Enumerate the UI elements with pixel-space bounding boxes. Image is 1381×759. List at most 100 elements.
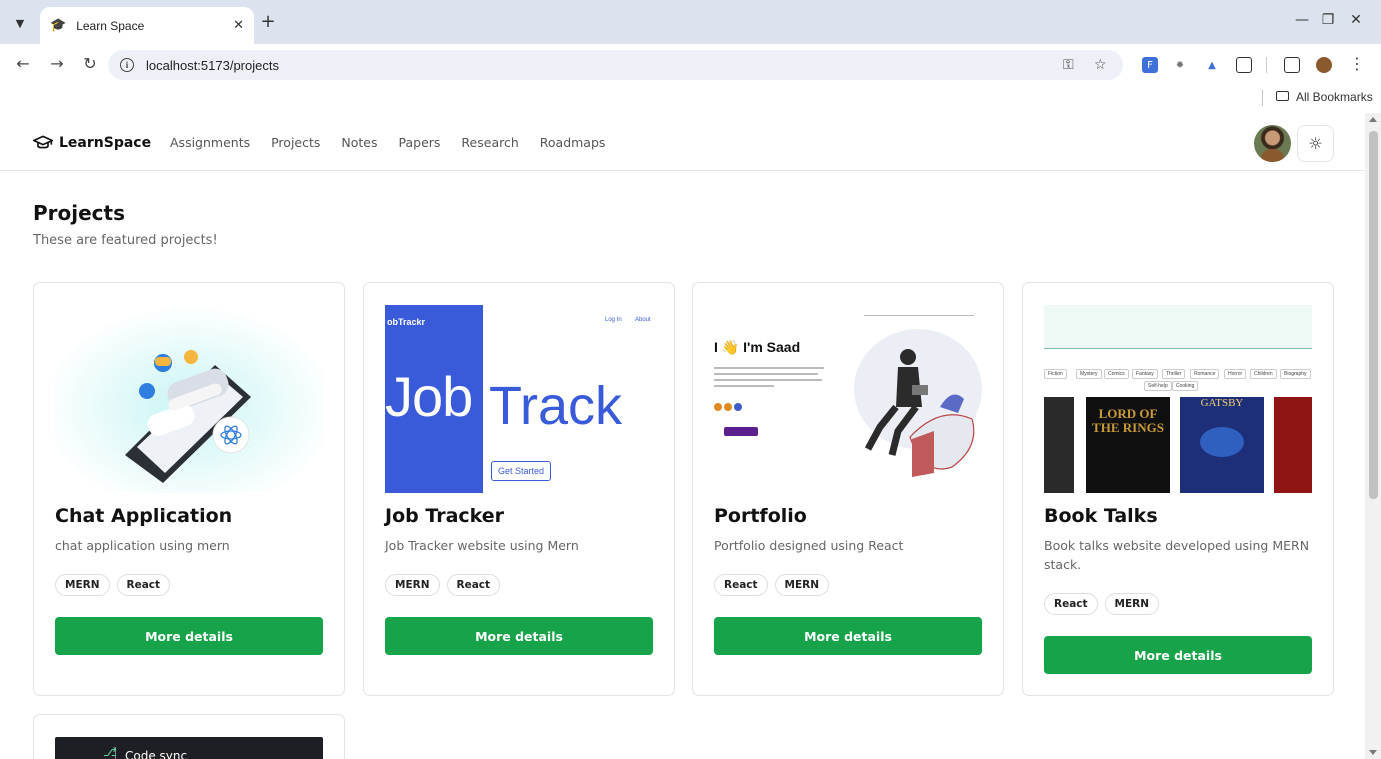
- project-description: Portfolio designed using React: [714, 538, 904, 553]
- more-details-button[interactable]: More details: [55, 617, 323, 655]
- back-arrow-icon[interactable]: ←: [12, 55, 34, 73]
- browser-menu-icon[interactable]: ⋮: [1346, 55, 1368, 73]
- tag: MERN: [55, 574, 110, 596]
- portfolio-text-line: [714, 379, 822, 381]
- browser-tab[interactable]: 🎓 Learn Space ✕: [40, 7, 254, 44]
- portfolio-nav-line: [864, 315, 974, 316]
- user-avatar[interactable]: [1254, 125, 1291, 162]
- project-description: Book talks website developed using MERN …: [1044, 538, 1310, 572]
- restore-icon[interactable]: ❐: [1318, 12, 1338, 28]
- genre-chip: Self-help: [1144, 381, 1172, 391]
- portfolio-social-icon: [724, 403, 732, 411]
- extension-f-icon[interactable]: F: [1142, 57, 1158, 73]
- genre-chip: Fantasy: [1132, 369, 1158, 379]
- portfolio-text-line: [714, 373, 818, 375]
- bookmarks-divider: [1262, 90, 1263, 106]
- tag-list: React MERN: [1044, 593, 1166, 615]
- book-cover-gatsby: GATSBY: [1180, 397, 1264, 493]
- profile-avatar-icon[interactable]: [1316, 57, 1332, 73]
- portfolio-text-line: [714, 367, 824, 369]
- project-description: chat application using mern: [55, 538, 230, 553]
- job-tracker-get-started: Get Started: [491, 461, 552, 481]
- main-nav: Assignments Projects Notes Papers Resear…: [170, 135, 626, 150]
- scroll-thumb[interactable]: [1369, 131, 1378, 499]
- portfolio-social-icon: [734, 403, 742, 411]
- portfolio-illustration: [854, 329, 982, 477]
- more-details-button[interactable]: More details: [714, 617, 982, 655]
- bookmark-star-icon[interactable]: ☆: [1094, 57, 1107, 73]
- minimize-icon[interactable]: —: [1292, 12, 1312, 28]
- tag-list: React MERN: [714, 574, 836, 596]
- password-key-icon[interactable]: ⚿: [1063, 57, 1074, 73]
- chat-illustration: [55, 305, 323, 493]
- more-details-button[interactable]: More details: [1044, 636, 1312, 674]
- new-tab-button[interactable]: +: [258, 13, 278, 31]
- forward-arrow-icon[interactable]: →: [46, 55, 68, 73]
- scroll-up-arrow-icon[interactable]: [1369, 117, 1377, 122]
- graduation-cap-icon: [33, 135, 53, 149]
- theme-toggle-button[interactable]: ☼: [1297, 125, 1334, 162]
- book-cover: [1044, 397, 1074, 493]
- nav-notes[interactable]: Notes: [341, 135, 377, 150]
- nav-projects[interactable]: Projects: [271, 135, 320, 150]
- page-scrollbar[interactable]: [1365, 113, 1381, 759]
- project-title: Portfolio: [714, 505, 807, 527]
- portfolio-preview-image: I 👋 I'm Saad: [714, 305, 982, 493]
- tag-list: MERN React: [385, 574, 507, 596]
- tab-title: Learn Space: [76, 18, 145, 33]
- more-details-button[interactable]: More details: [385, 617, 653, 655]
- book-talks-preview-image: Fiction Mystery Comics Fantasy Thriller …: [1044, 305, 1312, 493]
- extensions-puzzle-icon[interactable]: [1236, 57, 1252, 73]
- page-viewport: LearnSpace Assignments Projects Notes Pa…: [0, 113, 1365, 759]
- project-card-portfolio: I 👋 I'm Saad Portfolio Portfolio designe…: [692, 282, 1004, 696]
- side-panel-icon[interactable]: [1284, 57, 1300, 73]
- book-cover-art: [1200, 427, 1244, 457]
- nav-research[interactable]: Research: [461, 135, 518, 150]
- nav-assignments[interactable]: Assignments: [170, 135, 250, 150]
- portfolio-greeting: I 👋 I'm Saad: [714, 339, 801, 355]
- nav-roadmaps[interactable]: Roadmaps: [540, 135, 606, 150]
- app-header: LearnSpace Assignments Projects Notes Pa…: [0, 113, 1365, 171]
- toolbar-divider: [1266, 57, 1267, 73]
- tag: MERN: [774, 574, 830, 596]
- sun-icon: ☼: [1308, 134, 1323, 153]
- tag-list: MERN React: [55, 574, 177, 596]
- project-card-code-sync: ⎇ Code sync: [33, 714, 345, 759]
- job-tracker-word-track: Track: [489, 376, 622, 436]
- site-info-icon[interactable]: i: [120, 58, 134, 72]
- tag: MERN: [1104, 593, 1160, 615]
- job-tracker-word-job: Job: [385, 365, 473, 428]
- page-title: Projects: [33, 201, 126, 225]
- book-cover: [1274, 397, 1312, 493]
- nav-papers[interactable]: Papers: [399, 135, 441, 150]
- genre-chip: Cooking: [1172, 381, 1199, 391]
- job-tracker-login-link: Log In: [605, 317, 622, 323]
- portfolio-text-line: [714, 385, 774, 387]
- url-text[interactable]: localhost:5173/projects: [146, 58, 279, 73]
- book-title-lotr: LORD OF THE RINGS: [1092, 406, 1164, 435]
- close-tab-icon[interactable]: ✕: [233, 18, 244, 33]
- portfolio-social-icon: [714, 403, 722, 411]
- genre-chip: Mystery: [1076, 369, 1102, 379]
- close-window-icon[interactable]: ✕: [1346, 12, 1366, 28]
- genre-chip: Children: [1250, 369, 1277, 379]
- job-tracker-about-link: About: [635, 317, 651, 323]
- code-sync-preview-image: ⎇ Code sync: [55, 737, 323, 759]
- avatar-body: [1261, 149, 1284, 162]
- address-bar[interactable]: i localhost:5173/projects ⚿ ☆: [108, 50, 1123, 80]
- brand-name: LearnSpace: [59, 135, 152, 151]
- all-bookmarks-link[interactable]: All Bookmarks: [1296, 90, 1373, 104]
- flame-extension-icon[interactable]: ▲: [1204, 57, 1220, 73]
- tag: React: [1044, 593, 1098, 615]
- folder-icon[interactable]: [1276, 91, 1289, 101]
- bug-extension-icon[interactable]: ✹: [1172, 57, 1188, 73]
- code-sync-label: Code sync: [125, 749, 188, 759]
- project-card-book-talks: Fiction Mystery Comics Fantasy Thriller …: [1022, 282, 1334, 696]
- graduation-cap-icon: 🎓: [50, 18, 67, 33]
- brand-logo[interactable]: LearnSpace: [33, 133, 151, 153]
- tab-search-chevron-icon[interactable]: ▼: [8, 12, 32, 34]
- scroll-down-arrow-icon[interactable]: [1369, 750, 1377, 755]
- project-card-job-tracker: obTrackr Log In About Job Track Get Star…: [363, 282, 675, 696]
- genre-chip: Romance: [1190, 369, 1220, 379]
- reload-icon[interactable]: ↻: [79, 55, 101, 73]
